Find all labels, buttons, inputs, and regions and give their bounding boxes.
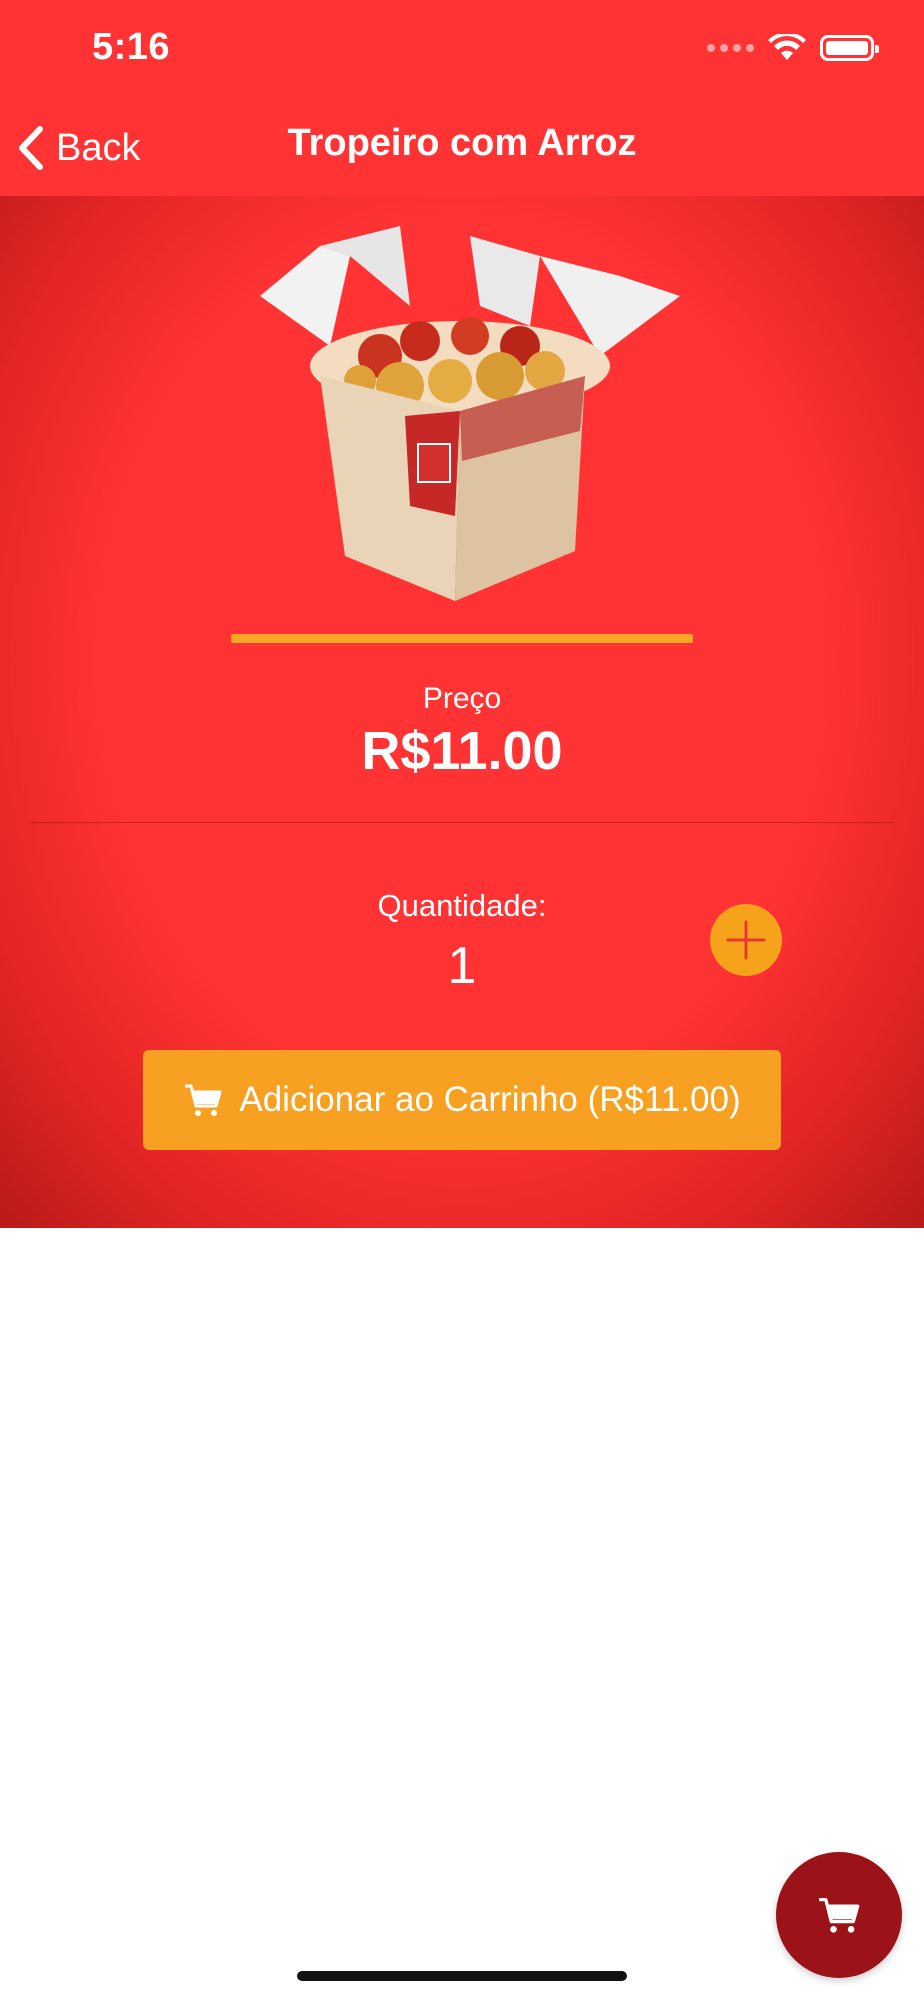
navigation-bar: Back Tropeiro com Arroz [0,100,924,196]
add-to-cart-label: Adicionar ao Carrinho (R$11.00) [239,1080,741,1119]
add-to-cart-button[interactable]: Adicionar ao Carrinho (R$11.00) [143,1050,781,1150]
cart-icon [185,1084,222,1116]
cart-icon [819,1897,860,1933]
signal-icon [707,44,754,52]
product-image [260,226,680,601]
divider [30,822,894,823]
price-label: Preço [422,682,502,715]
image-progress-bar [231,634,693,643]
cart-fab-button[interactable] [776,1852,902,1978]
increase-quantity-button[interactable] [710,904,782,976]
status-icons [707,34,879,62]
wifi-icon [768,34,806,60]
status-time: 5:16 [92,26,171,68]
price-value: R$11.00 [361,721,563,781]
plus-icon [726,920,766,960]
quantity-value: 1 [447,937,477,995]
quantity-label: Quantidade: [377,888,547,923]
status-bar: 5:16 [0,0,924,100]
page-title: Tropeiro com Arroz [287,122,637,164]
battery-icon [820,35,879,61]
image-progress-fill [231,634,693,643]
home-indicator [297,1971,627,1981]
product-section: Preço R$11.00 Quantidade: 1 Adicionar ao… [0,196,924,1228]
